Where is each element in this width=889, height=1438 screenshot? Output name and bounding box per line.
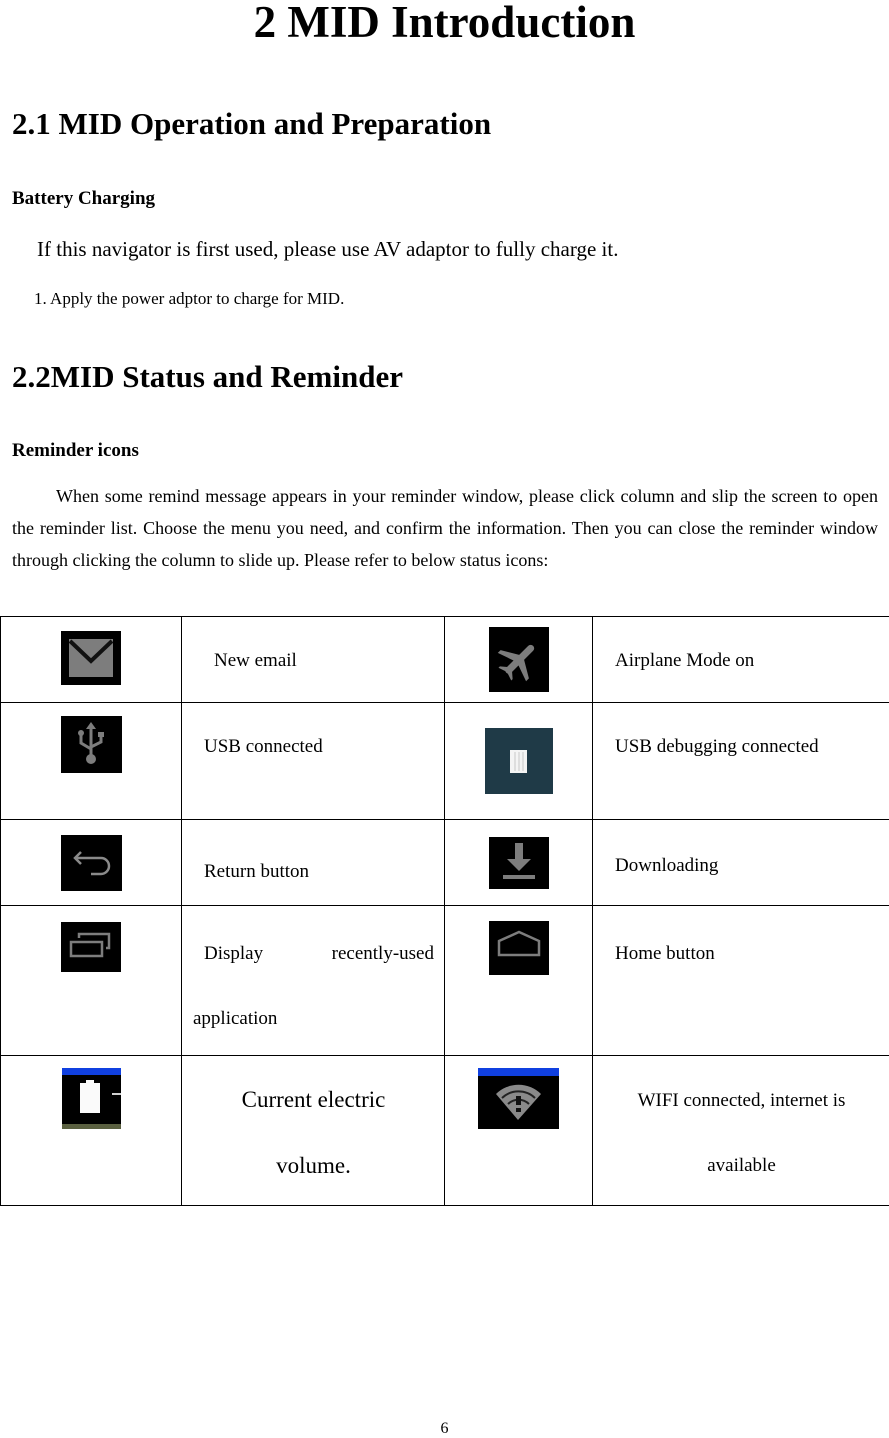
icon-cell: [444, 702, 593, 820]
table-row: Current electric volume. WIFI connected,…: [0, 1055, 889, 1206]
icon-cell: [444, 616, 593, 703]
reminder-paragraph: When some remind message appears in your…: [12, 486, 878, 570]
label-usb-connected: USB connected: [204, 736, 323, 757]
label-current-electric: Current electric: [241, 1087, 386, 1112]
airplane-icon: [488, 627, 549, 692]
label-new-email: New email: [214, 650, 297, 671]
subheading-battery-charging: Battery Charging: [12, 188, 156, 209]
label-cell: WIFI connected, internet is available: [592, 1055, 889, 1206]
email-icon: [61, 631, 121, 685]
status-icons-table: New email Airplane Mode on USB connected…: [0, 616, 889, 1206]
label-recently-used-word: recently-used: [331, 943, 434, 964]
label-volume: volume.: [276, 1153, 351, 1178]
charging-intro-text: If this navigator is first used, please …: [37, 237, 619, 261]
label-cell: USB debugging connected: [592, 702, 889, 820]
icon-cell: [0, 819, 182, 906]
label-downloading: Downloading: [615, 855, 719, 876]
recent-apps-icon: [61, 922, 121, 972]
label-cell: Home button: [592, 905, 889, 1056]
label-application-word: application: [193, 1008, 278, 1029]
wifi-icon: [478, 1068, 559, 1129]
return-icon: [60, 835, 122, 891]
label-cell: New email: [181, 616, 445, 703]
download-icon: [488, 837, 549, 889]
label-cell: Return button: [181, 819, 445, 906]
usb-debugging-icon: [484, 728, 553, 794]
label-available: available: [707, 1155, 776, 1176]
table-row: USB connected USB debugging connected: [0, 702, 889, 820]
icon-cell: [0, 702, 182, 820]
table-row: Display recently-used application Home b…: [0, 905, 889, 1056]
label-wifi-connected: WIFI connected, internet is: [637, 1090, 846, 1111]
label-return-button: Return button: [204, 861, 310, 882]
label-cell: USB connected: [181, 702, 445, 820]
label-cell: Current electric volume.: [181, 1055, 445, 1206]
chapter-title: 2 MID Introduction: [253, 0, 636, 47]
label-display-word: Display: [204, 943, 264, 964]
icon-cell: [444, 1055, 593, 1206]
label-cell: Display recently-used application: [181, 905, 445, 1056]
table-row: New email Airplane Mode on: [0, 616, 889, 703]
page-number: 6: [440, 1420, 449, 1437]
subheading-reminder-icons: Reminder icons: [12, 440, 139, 461]
icon-cell: [0, 616, 182, 703]
label-usb-debugging: USB debugging connected: [615, 736, 819, 757]
icon-cell: [0, 1055, 182, 1206]
table-row: Return button Downloading: [0, 819, 889, 906]
charging-step-1: 1. Apply the power adptor to charge for …: [34, 289, 345, 308]
label-cell: Downloading: [592, 819, 889, 906]
icon-cell: [444, 905, 593, 1056]
section-title-operation: 2.1 MID Operation and Preparation: [12, 106, 492, 141]
label-home-button: Home button: [615, 943, 715, 964]
icon-cell: [444, 819, 593, 906]
battery-icon: [61, 1068, 121, 1129]
label-cell: Airplane Mode on: [592, 616, 889, 703]
usb-icon: [60, 716, 122, 773]
home-icon: [488, 921, 549, 975]
label-airplane-mode: Airplane Mode on: [615, 650, 755, 671]
section-title-status: 2.2MID Status and Reminder: [12, 359, 403, 394]
icon-cell: [0, 905, 182, 1056]
